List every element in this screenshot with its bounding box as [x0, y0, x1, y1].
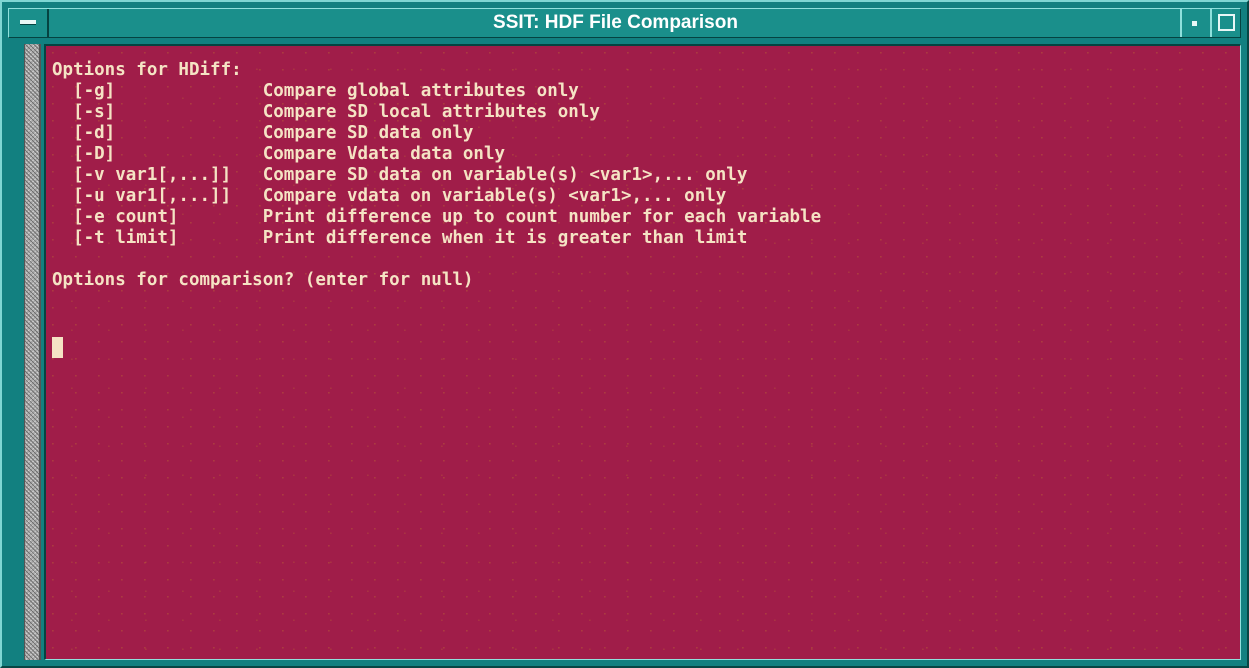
option-flag: [-t limit]	[52, 228, 263, 248]
option-flag: [-u var1[,...]]	[52, 186, 263, 206]
option-desc: Compare global attributes only	[262, 81, 579, 101]
option-desc: Compare SD data on variable(s) <var1>,..…	[262, 165, 748, 185]
option-desc: Print difference when it is greater than…	[262, 228, 748, 248]
option-flag: [-g]	[52, 81, 263, 101]
option-desc: Compare SD data only	[262, 123, 474, 143]
option-flag: [-s]	[52, 102, 263, 122]
window-menu-button[interactable]	[9, 9, 49, 37]
maximize-button[interactable]	[1210, 9, 1240, 37]
window-title: SSIT: HDF File Comparison	[493, 12, 738, 33]
minimize-icon	[1192, 21, 1197, 26]
app-window: SSIT: HDF File Comparison Options for HD…	[0, 0, 1249, 668]
prompt-text: Options for comparison? (enter for null)	[52, 270, 474, 290]
option-desc: Compare vdata on variable(s) <var1>,... …	[262, 186, 727, 206]
option-desc: Print difference up to count number for …	[262, 207, 822, 227]
terminal-output: Options for HDiff: [-g] Compare global a…	[52, 60, 821, 291]
option-flag: [-e count]	[52, 207, 263, 227]
option-flag: [-v var1[,...]]	[52, 165, 263, 185]
option-flag: [-d]	[52, 123, 263, 143]
title-bar[interactable]: SSIT: HDF File Comparison	[8, 8, 1241, 38]
options-header: Options for HDiff:	[52, 60, 242, 80]
text-cursor[interactable]	[52, 337, 63, 358]
maximize-icon	[1218, 14, 1235, 31]
minimize-button[interactable]	[1180, 9, 1210, 37]
option-desc: Compare Vdata data only	[262, 144, 506, 164]
scrollbar[interactable]	[24, 44, 41, 660]
option-desc: Compare SD local attributes only	[262, 102, 600, 122]
option-flag: [-D]	[52, 144, 263, 164]
window-menu-icon	[20, 20, 36, 25]
terminal-area[interactable]: Options for HDiff: [-g] Compare global a…	[44, 44, 1241, 660]
